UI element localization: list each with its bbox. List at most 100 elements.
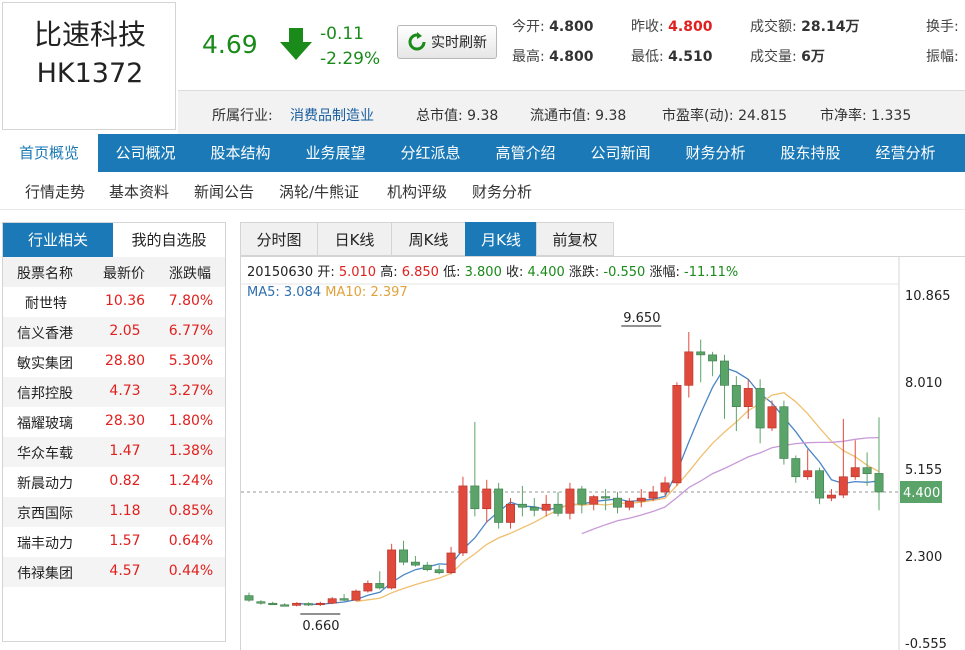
y-tick-label: 5.155	[905, 463, 942, 478]
candle-body	[434, 569, 444, 574]
y-tick-label: 8.010	[905, 376, 942, 391]
candle-body	[339, 598, 349, 601]
pe-ratio: 市盈率(动): 24.815	[662, 108, 788, 124]
candle-body	[577, 488, 587, 505]
candle-body	[303, 603, 313, 606]
chart-tab-monthly[interactable]: 月K线	[465, 222, 537, 256]
down-arrow-icon	[280, 28, 312, 60]
tab-my-watchlist[interactable]: 我的自选股	[113, 223, 225, 257]
candle-body	[470, 485, 480, 510]
ma20-line	[581, 436, 880, 535]
ohlc-change: -0.550	[603, 265, 646, 280]
candle-body	[791, 458, 801, 478]
kline-chart[interactable]: 10.865 8.010 5.155 2.300 -0.555 9.650 0.660 4.4…	[241, 257, 965, 650]
table-row[interactable]: 敏实集团 28.80 5.30%	[3, 347, 225, 377]
nav-tab-shareholders[interactable]: 股东持股	[763, 134, 858, 172]
header-pct: 涨跌幅	[169, 266, 211, 282]
candle-body	[743, 388, 753, 407]
chart-tab-weekly[interactable]: 周K线	[391, 222, 466, 256]
nav-tab-overview[interactable]: 首页概览	[0, 134, 98, 172]
candle-body	[624, 500, 634, 508]
table-row[interactable]: 耐世特 10.36 7.80%	[3, 287, 225, 317]
sub-nav-warrants[interactable]: 涡轮/牛熊证	[279, 181, 359, 202]
sub-nav-profile[interactable]: 基本资料	[109, 181, 169, 202]
nav-tab-dividend[interactable]: 分红派息	[383, 134, 478, 172]
candle-body	[815, 470, 825, 499]
table-row[interactable]: 京西国际 1.18 0.85%	[3, 497, 225, 527]
table-header: 股票名称 最新价 涨跌幅	[3, 257, 225, 287]
quote-field-turnover: 成交额: 28.14万	[750, 19, 860, 35]
ma5-line	[296, 366, 880, 605]
table-row[interactable]: 伟禄集团 4.57 0.44%	[3, 557, 225, 587]
ma-readout: MA5: 3.084 MA10: 2.397	[247, 285, 408, 300]
candle-body	[244, 595, 254, 601]
max-annotation: 9.650	[623, 311, 660, 326]
related-stocks-panel: 行业相关 我的自选股 股票名称 最新价 涨跌幅 耐世特 10.36 7.80% 信义…	[2, 222, 226, 642]
candle-body	[720, 360, 729, 386]
float-market-cap: 流通市值: 9.38	[530, 108, 627, 124]
nav-tab-executives[interactable]: 高管介绍	[478, 134, 573, 172]
sub-nav-financials[interactable]: 财务分析	[472, 181, 532, 202]
candle-body	[553, 503, 563, 514]
candle-body	[601, 496, 611, 499]
candle-body	[458, 485, 468, 554]
sub-nav-ratings[interactable]: 机构评级	[387, 181, 447, 202]
candle-body	[541, 503, 551, 511]
chart-tab-daily[interactable]: 日K线	[317, 222, 392, 256]
table-row[interactable]: 华众车载 1.47 1.38%	[3, 437, 225, 467]
candle-body	[256, 601, 266, 604]
candle-body	[874, 473, 884, 493]
candle-body	[660, 482, 670, 493]
refresh-label: 实时刷新	[431, 35, 487, 51]
sub-nav-news[interactable]: 新闻公告	[194, 181, 254, 202]
chart-tab-forward-adjusted[interactable]: 前复权	[536, 222, 614, 256]
min-annotation: 0.660	[302, 619, 339, 634]
price-change: -0.11	[320, 24, 364, 44]
sub-nav-trend[interactable]: 行情走势	[25, 181, 85, 202]
ohlc-low: 3.800	[464, 265, 502, 280]
y-tick-label: 10.865	[905, 289, 951, 304]
refresh-icon	[408, 32, 426, 51]
tab-industry-related[interactable]: 行业相关	[3, 223, 113, 257]
candle-body	[399, 549, 408, 563]
quote-field-high: 最高: 4.800	[512, 49, 594, 65]
candle-body	[529, 506, 539, 511]
y-tick-label: 2.300	[905, 550, 942, 565]
ohlc-close: 4.400	[527, 265, 565, 280]
candle-body	[589, 496, 599, 505]
nav-tab-news[interactable]: 公司新闻	[573, 134, 668, 172]
candle-body	[672, 385, 682, 484]
quote-field-turnover-rate: 换手:	[926, 19, 959, 35]
table-row[interactable]: 新晨动力 0.82 1.24%	[3, 467, 225, 497]
nav-tab-operations[interactable]: 经营分析	[858, 134, 953, 172]
candle-body	[565, 488, 575, 514]
candle-body	[636, 497, 646, 502]
candle-body	[696, 351, 706, 356]
quote-field-amplitude: 振幅:	[926, 49, 959, 65]
chart-tab-intraday[interactable]: 分时图	[240, 222, 318, 256]
current-price-label: 4.400	[903, 486, 940, 501]
industry-link[interactable]: 消费品制造业	[290, 105, 374, 125]
candle-body	[826, 494, 836, 499]
nav-tab-share-structure[interactable]: 股本结构	[193, 134, 288, 172]
nav-tab-business[interactable]: 业务展望	[288, 134, 383, 172]
candle-body	[648, 491, 658, 499]
candle-body	[708, 354, 718, 362]
industry-label: 所属行业:	[212, 108, 273, 124]
main-nav: 首页概览 公司概况 股本结构 业务展望 分红派息 高管介绍 公司新闻 财务分析 …	[0, 134, 965, 172]
ohlc-open: 5.010	[338, 265, 377, 280]
nav-tab-finance[interactable]: 财务分析	[668, 134, 763, 172]
table-row[interactable]: 信邦控股 4.73 3.27%	[3, 377, 225, 407]
candle-body	[755, 388, 765, 429]
stock-name: 比速科技	[33, 18, 146, 51]
quote-field-prev-close: 昨收: 4.800	[631, 19, 713, 35]
ohlc-readout: 20150630 开: 5.010 高: 6.850 低: 3.800 收: 4…	[247, 265, 739, 280]
refresh-button[interactable]: 实时刷新	[397, 25, 497, 59]
table-row[interactable]: 福耀玻璃 28.30 1.80%	[3, 407, 225, 437]
table-row[interactable]: 信义香港 2.05 6.77%	[3, 317, 225, 347]
market-cap: 总市值: 9.38	[416, 108, 499, 124]
table-row[interactable]: 瑞丰动力 1.57 0.64%	[3, 527, 225, 557]
nav-tab-company[interactable]: 公司概况	[98, 134, 193, 172]
candle-body	[315, 602, 325, 606]
candle-body	[838, 476, 848, 496]
